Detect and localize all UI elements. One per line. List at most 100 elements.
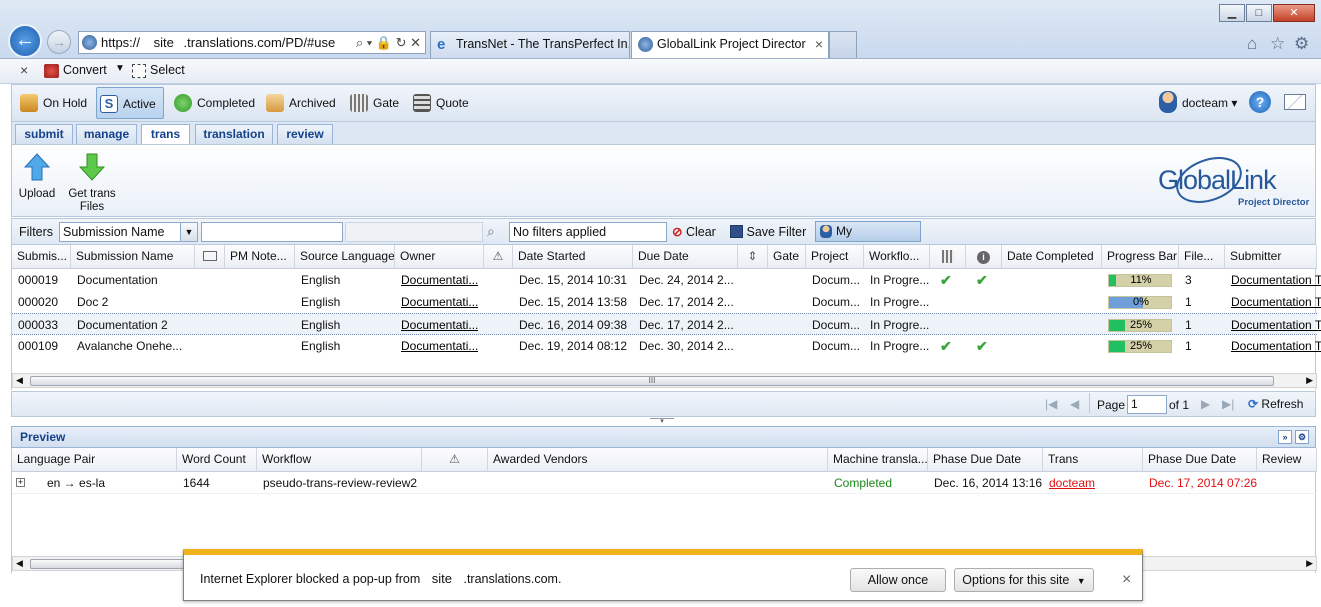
owner-link[interactable]: Documentati... (395, 335, 478, 357)
col-warning[interactable]: ⚠ (484, 245, 513, 269)
tab-review[interactable]: review (277, 124, 333, 144)
col-files[interactable]: File... (1179, 245, 1225, 269)
owner-link[interactable]: Documentati... (395, 314, 478, 336)
collapse-icon[interactable]: » (1278, 430, 1292, 444)
minimize-button[interactable]: ▁ (1219, 4, 1245, 22)
table-row[interactable]: 000109 Avalanche Onehe... English Documenta… (12, 335, 1321, 357)
submitter-link[interactable]: Documentation T (1225, 314, 1321, 336)
first-page-icon[interactable]: |◀ (1045, 397, 1057, 411)
quote-button[interactable]: Quote (410, 87, 470, 119)
settings-gear-icon[interactable]: ⚙ (1294, 34, 1309, 54)
pcol-machine-translation[interactable]: Machine transla... (828, 448, 928, 472)
splitter-handle[interactable]: ▾ (650, 418, 674, 425)
col-progress-bar[interactable]: Progress Bar (1102, 245, 1179, 269)
col-due-date[interactable]: Due Date (633, 245, 738, 269)
col-gate[interactable]: Gate (768, 245, 806, 269)
scroll-thumb[interactable]: III (30, 376, 1274, 386)
filter-value-input[interactable] (201, 222, 343, 242)
submitter-link[interactable]: Documentation T (1225, 291, 1321, 313)
preview-row[interactable]: + en → es-la 1644 pseudo-trans-review-re… (12, 472, 1317, 494)
table-row[interactable]: 000019 Documentation English Documentati...… (12, 269, 1321, 291)
options-for-site-button[interactable]: Options for this site ▼ (954, 568, 1094, 592)
archived-button[interactable]: Archived (263, 87, 339, 119)
tab-transnet[interactable]: e TransNet - The TransPerfect In... (430, 31, 630, 58)
on-hold-button[interactable]: On Hold (17, 87, 95, 119)
col-attachment[interactable] (195, 245, 225, 269)
trans-assignee-link[interactable]: docteam (1043, 472, 1095, 494)
submitter-link[interactable]: Documentation T (1225, 335, 1321, 357)
gate-button[interactable]: Gate (347, 87, 403, 119)
window-close-button[interactable]: ✕ (1273, 4, 1315, 22)
preview-settings-icon[interactable]: ⚙ (1295, 430, 1309, 444)
pcol-word-count[interactable]: Word Count (177, 448, 257, 472)
pcol-awarded-vendors[interactable]: Awarded Vendors (488, 448, 828, 472)
tab-manage[interactable]: manage (76, 124, 137, 144)
col-submission-name[interactable]: Submission Name (71, 245, 195, 269)
convert-button[interactable]: Convert (63, 63, 107, 77)
pcol-review[interactable]: Review (1257, 448, 1317, 472)
last-page-icon[interactable]: ▶| (1222, 397, 1234, 411)
col-workflow[interactable]: Workflo... (864, 245, 930, 269)
page-number-input[interactable]: 1 (1127, 395, 1167, 414)
get-trans-files-button[interactable]: Get trans Files (66, 151, 118, 215)
scroll-thumb[interactable] (30, 559, 190, 569)
prev-page-icon[interactable]: ◀ (1070, 397, 1079, 411)
home-icon[interactable]: ⌂ (1247, 34, 1257, 54)
scroll-right-icon[interactable]: ▶ (1306, 557, 1313, 570)
command-bar-close-icon[interactable]: × (20, 62, 28, 78)
my-submissions-button[interactable]: My Submissions (815, 221, 921, 257)
pcol-phase-due-date[interactable]: Phase Due Date (928, 448, 1043, 472)
tab-globallink[interactable]: GlobalLink Project Director × (631, 31, 829, 58)
notification-close-icon[interactable]: × (1122, 571, 1131, 589)
col-priority[interactable]: ⇕ (738, 245, 768, 269)
upload-button[interactable]: Upload (14, 151, 60, 211)
search-icon[interactable]: ⌕ (487, 223, 495, 240)
new-tab-button[interactable] (829, 31, 857, 58)
table-row[interactable]: 000020 Doc 2 English Documentati... Dec. 15,… (12, 291, 1321, 313)
submitter-link[interactable]: Documentation T (1225, 269, 1321, 291)
mail-icon[interactable] (1284, 94, 1306, 110)
favorites-star-icon[interactable]: ☆ (1270, 34, 1285, 54)
pcol-trans[interactable]: Trans (1043, 448, 1143, 472)
tab-translation[interactable]: translation (195, 124, 273, 144)
pcol-warning[interactable]: ⚠ (422, 448, 488, 472)
save-filter-button[interactable]: Save Filter (730, 223, 806, 241)
expand-icon[interactable]: + (16, 478, 25, 487)
forward-button[interactable]: → (47, 30, 71, 54)
select-button[interactable]: Select (150, 63, 185, 77)
allow-once-button[interactable]: Allow once (850, 568, 946, 592)
col-owner[interactable]: Owner (395, 245, 484, 269)
col-info[interactable]: i (966, 245, 1002, 269)
col-submission-id[interactable]: Submis... (12, 245, 71, 269)
scroll-left-icon[interactable]: ◀ (16, 557, 23, 570)
completed-button[interactable]: Completed (171, 87, 257, 119)
filter-field-select[interactable]: Submission Name ▼ (59, 222, 198, 242)
convert-dropdown-icon[interactable]: ▼ (115, 63, 125, 74)
active-button[interactable]: S Active (96, 87, 164, 119)
col-date-started[interactable]: Date Started (513, 245, 633, 269)
clear-filter-button[interactable]: ⊘ Clear (672, 223, 716, 241)
help-icon[interactable]: ? (1249, 91, 1271, 113)
maximize-button[interactable]: □ (1246, 4, 1272, 22)
pcol-phase-due-date-2[interactable]: Phase Due Date (1143, 448, 1257, 472)
owner-link[interactable]: Documentati... (395, 291, 478, 313)
col-submitter[interactable]: Submitter (1225, 245, 1317, 269)
address-bar[interactable]: https:// site .translations.com/PD/#use … (78, 31, 426, 54)
col-source-language[interactable]: Source Language (295, 245, 395, 269)
scroll-left-icon[interactable]: ◀ (16, 374, 23, 387)
table-row[interactable]: 000033 Documentation 2 English Documentati.… (12, 313, 1321, 336)
address-actions[interactable]: ⌕ ▾ 🔒 ↻ ✕ (352, 32, 421, 53)
grid-hscrollbar[interactable]: ◀ III ▶ (12, 373, 1317, 388)
back-button[interactable]: ← (8, 24, 42, 58)
user-menu[interactable]: docteam ▾ (1182, 96, 1237, 110)
tab-close-icon[interactable]: × (815, 32, 823, 57)
col-pm-notes[interactable]: PM Note... (225, 245, 295, 269)
chevron-down-icon[interactable]: ▼ (180, 223, 197, 241)
col-project[interactable]: Project (806, 245, 864, 269)
tab-submit[interactable]: submit (15, 124, 73, 144)
next-page-icon[interactable]: ▶ (1201, 397, 1210, 411)
pcol-language-pair[interactable]: Language Pair (12, 448, 177, 472)
owner-link[interactable]: Documentati... (395, 269, 478, 291)
col-gate-status[interactable] (930, 245, 966, 269)
scroll-right-icon[interactable]: ▶ (1306, 374, 1313, 387)
